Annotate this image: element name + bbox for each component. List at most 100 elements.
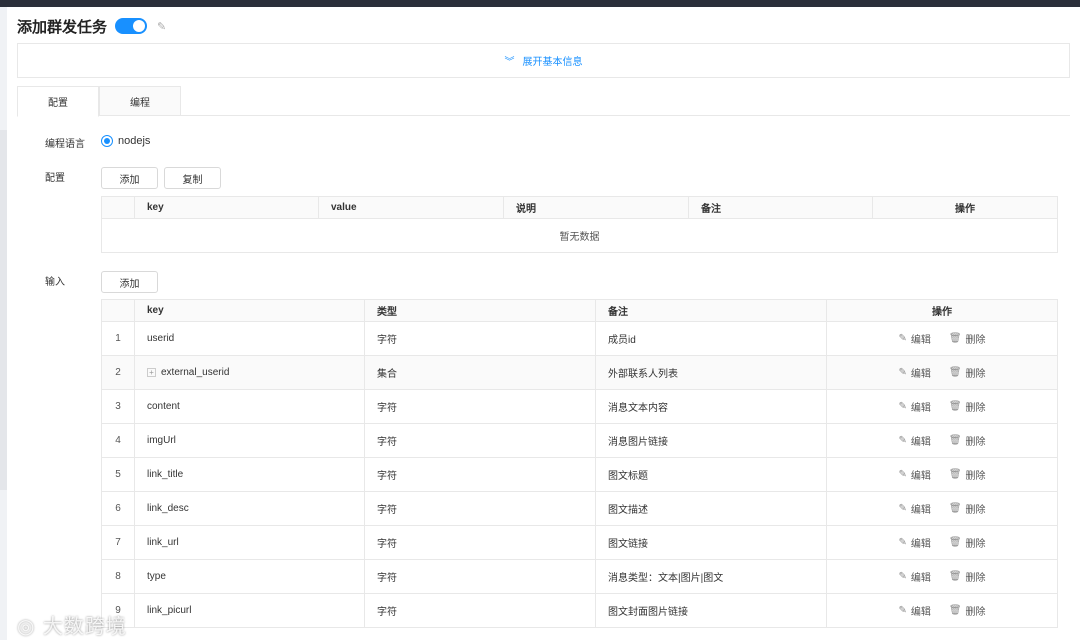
expand-label: 展开基本信息 — [522, 57, 583, 68]
trash-icon: 🗑 — [948, 401, 962, 412]
edit-title-icon[interactable]: ✎ — [157, 20, 166, 33]
config-col-key: key — [134, 196, 319, 219]
row-edit-button[interactable]: ✎ 编辑 — [898, 535, 930, 550]
row-type: 字符 — [364, 389, 596, 424]
expand-basic-info-button[interactable]: ︾ 展开基本信息 — [17, 43, 1070, 78]
config-col-desc: 说明 — [503, 196, 689, 219]
trash-icon: 🗑 — [948, 503, 962, 514]
row-actions: ✎ 编辑 🗑 删除 — [826, 593, 1058, 628]
watermark-logo: ◎ 大数跨境 — [17, 614, 127, 638]
table-row: 5 link_title 字符 图文标题 ✎ 编辑 🗑 删除 — [101, 457, 1058, 492]
trash-icon: 🗑 — [948, 605, 962, 616]
input-col-index — [101, 299, 135, 322]
table-row: 8 type 字符 消息类型：文本|图片|图文 ✎ 编辑 🗑 删除 — [101, 559, 1058, 594]
input-table-header: key 类型 备注 操作 — [101, 299, 1058, 322]
left-scrollbar[interactable] — [0, 130, 7, 490]
row-delete-button[interactable]: 🗑 删除 — [949, 569, 986, 584]
row-delete-button[interactable]: 🗑 删除 — [949, 501, 986, 516]
edit-label: 编辑 — [910, 335, 931, 346]
row-index: 8 — [101, 559, 135, 594]
language-radio-nodejs[interactable]: nodejs — [101, 135, 150, 147]
row-edit-button[interactable]: ✎ 编辑 — [898, 467, 930, 482]
row-actions: ✎ 编辑 🗑 删除 — [826, 491, 1058, 526]
row-edit-button[interactable]: ✎ 编辑 — [898, 399, 930, 414]
row-note: 消息类型：文本|图片|图文 — [595, 559, 827, 594]
row-key-cell: content — [134, 389, 365, 424]
row-edit-button[interactable]: ✎ 编辑 — [898, 433, 930, 448]
row-type: 字符 — [364, 321, 596, 356]
row-actions: ✎ 编辑 🗑 删除 — [826, 457, 1058, 492]
row-index: 2 — [101, 355, 135, 390]
row-edit-button[interactable]: ✎ 编辑 — [898, 331, 930, 346]
table-row: 2 + external_userid 集合 外部联系人列表 ✎ 编辑 🗑 删除 — [101, 355, 1058, 390]
row-delete-button[interactable]: 🗑 删除 — [949, 399, 986, 414]
row-delete-button[interactable]: 🗑 删除 — [949, 331, 986, 346]
row-note: 消息文本内容 — [595, 389, 827, 424]
edit-label: 编辑 — [910, 437, 931, 448]
row-type: 字符 — [364, 457, 596, 492]
language-label: 编程语言 — [45, 139, 85, 150]
row-delete-button[interactable]: 🗑 删除 — [949, 365, 986, 380]
table-row: 1 userid 字符 成员id ✎ 编辑 🗑 删除 — [101, 321, 1058, 356]
row-type: 集合 — [364, 355, 596, 390]
row-edit-button[interactable]: ✎ 编辑 — [898, 501, 930, 516]
row-type: 字符 — [364, 593, 596, 628]
row-type: 字符 — [364, 525, 596, 560]
input-label: 输入 — [45, 277, 65, 288]
pencil-icon: ✎ — [898, 537, 907, 548]
row-edit-button[interactable]: ✎ 编辑 — [898, 603, 930, 618]
row-edit-button[interactable]: ✎ 编辑 — [898, 569, 930, 584]
table-row: 9 link_picurl 字符 图文封面图片链接 ✎ 编辑 🗑 删除 — [101, 593, 1058, 628]
enable-toggle[interactable] — [115, 18, 148, 34]
row-key: link_url — [147, 537, 179, 548]
edit-label: 编辑 — [910, 539, 931, 550]
delete-label: 删除 — [965, 471, 986, 482]
row-edit-button[interactable]: ✎ 编辑 — [898, 365, 930, 380]
row-type: 字符 — [364, 423, 596, 458]
tab-config[interactable]: 配置 — [17, 86, 99, 117]
row-key: imgUrl — [147, 435, 176, 446]
row-delete-button[interactable]: 🗑 删除 — [949, 535, 986, 550]
expand-row-icon[interactable]: + — [147, 367, 156, 377]
watermark-text: 大数跨境 — [42, 614, 127, 638]
pencil-icon: ✎ — [898, 605, 907, 616]
row-key: content — [147, 401, 180, 412]
config-add-button[interactable]: 添加 — [101, 167, 158, 189]
row-delete-button[interactable]: 🗑 删除 — [949, 467, 986, 482]
row-type: 字符 — [364, 559, 596, 594]
radio-checked-icon[interactable] — [101, 135, 113, 147]
row-note: 图文标题 — [595, 457, 827, 492]
trash-icon: 🗑 — [948, 333, 962, 344]
trash-icon: 🗑 — [948, 571, 962, 582]
config-col-note: 备注 — [688, 196, 873, 219]
pencil-icon: ✎ — [898, 401, 907, 412]
input-col-type: 类型 — [364, 299, 596, 322]
delete-label: 删除 — [965, 607, 986, 618]
row-key-cell: link_title — [134, 457, 365, 492]
edit-label: 编辑 — [910, 369, 931, 380]
row-delete-button[interactable]: 🗑 删除 — [949, 603, 986, 618]
row-actions: ✎ 编辑 🗑 删除 — [826, 389, 1058, 424]
pencil-icon: ✎ — [898, 503, 907, 514]
row-note: 图文链接 — [595, 525, 827, 560]
tab-programming[interactable]: 编程 — [99, 86, 181, 116]
row-key: userid — [147, 333, 175, 344]
edit-label: 编辑 — [910, 573, 931, 584]
row-key-cell: imgUrl — [134, 423, 365, 458]
row-key: link_desc — [147, 503, 189, 514]
row-delete-button[interactable]: 🗑 删除 — [949, 433, 986, 448]
task-page: 添加群发任务 ✎ ︾ 展开基本信息 配置 编程 编程语言 nodejs 配置 添… — [7, 7, 1080, 640]
delete-label: 删除 — [965, 437, 986, 448]
row-actions: ✎ 编辑 🗑 删除 — [826, 355, 1058, 390]
config-table-header: key value 说明 备注 操作 — [101, 196, 1058, 219]
input-table: key 类型 备注 操作 1 userid 字符 成员id ✎ 编辑 🗑 删除 2 + extern… — [101, 299, 1058, 628]
input-add-button[interactable]: 添加 — [101, 271, 158, 293]
input-col-actions: 操作 — [826, 299, 1058, 322]
title-row: 添加群发任务 ✎ — [17, 15, 166, 37]
table-row: 6 link_desc 字符 图文描述 ✎ 编辑 🗑 删除 — [101, 491, 1058, 526]
delete-label: 删除 — [965, 505, 986, 516]
row-note: 外部联系人列表 — [595, 355, 827, 390]
trash-icon: 🗑 — [948, 537, 962, 548]
config-table: key value 说明 备注 操作 暂无数据 — [101, 196, 1058, 253]
config-copy-button[interactable]: 复制 — [164, 167, 221, 189]
